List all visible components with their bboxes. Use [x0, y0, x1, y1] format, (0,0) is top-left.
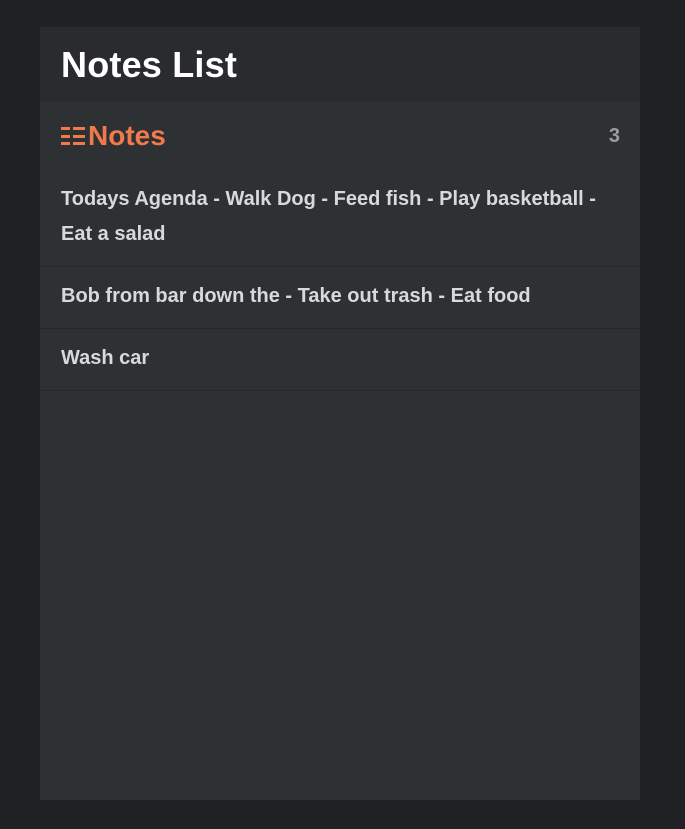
notes-section-header: Notes 3	[40, 102, 640, 170]
section-title: Notes	[61, 120, 166, 152]
note-item[interactable]: Wash car	[40, 329, 640, 391]
notes-list: Todays Agenda - Walk Dog - Feed fish - P…	[40, 170, 640, 391]
list-icon	[61, 127, 85, 145]
app-header: Notes List	[40, 27, 640, 102]
notes-app: Notes List Notes 3 Todays Agenda - Walk …	[40, 27, 640, 800]
note-item[interactable]: Todays Agenda - Walk Dog - Feed fish - P…	[40, 170, 640, 267]
page-title: Notes List	[61, 43, 238, 85]
note-item[interactable]: Bob from bar down the - Take out trash -…	[40, 267, 640, 329]
notes-count: 3	[608, 124, 620, 147]
section-title-label: Notes	[88, 120, 166, 151]
